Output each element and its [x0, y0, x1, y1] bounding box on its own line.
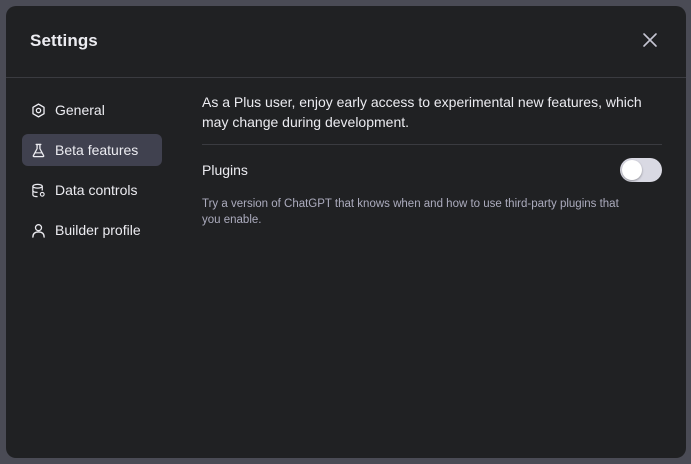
sidebar-item-label: Builder profile: [55, 222, 141, 238]
close-button[interactable]: [638, 30, 662, 54]
toggle-knob: [622, 160, 642, 180]
dialog-header: Settings: [6, 6, 686, 78]
plugins-toggle[interactable]: [620, 158, 662, 182]
dialog-title: Settings: [30, 31, 98, 50]
plugins-label: Plugins: [202, 162, 248, 178]
close-icon: [642, 32, 658, 53]
gear-icon: [31, 102, 46, 118]
flask-icon: [31, 143, 46, 158]
plugins-setting-row: Plugins: [202, 145, 662, 187]
user-icon: [31, 223, 46, 238]
beta-intro-text: As a Plus user, enjoy early access to ex…: [202, 92, 662, 145]
sidebar-item-data-controls[interactable]: Data controls: [22, 174, 162, 206]
beta-features-panel: As a Plus user, enjoy early access to ex…: [202, 92, 662, 228]
sidebar-item-beta-features[interactable]: Beta features: [22, 134, 162, 166]
sidebar-item-general[interactable]: General: [22, 94, 162, 126]
sidebar-item-label: Data controls: [55, 182, 138, 198]
settings-sidebar: General Beta features Data controls Buil…: [22, 94, 162, 254]
sidebar-item-builder-profile[interactable]: Builder profile: [22, 214, 162, 246]
database-icon: [31, 183, 46, 198]
sidebar-item-label: General: [55, 102, 105, 118]
plugins-description: Try a version of ChatGPT that knows when…: [202, 198, 619, 226]
settings-dialog: Settings General Beta features Data cont…: [6, 6, 686, 458]
sidebar-item-label: Beta features: [55, 142, 139, 158]
